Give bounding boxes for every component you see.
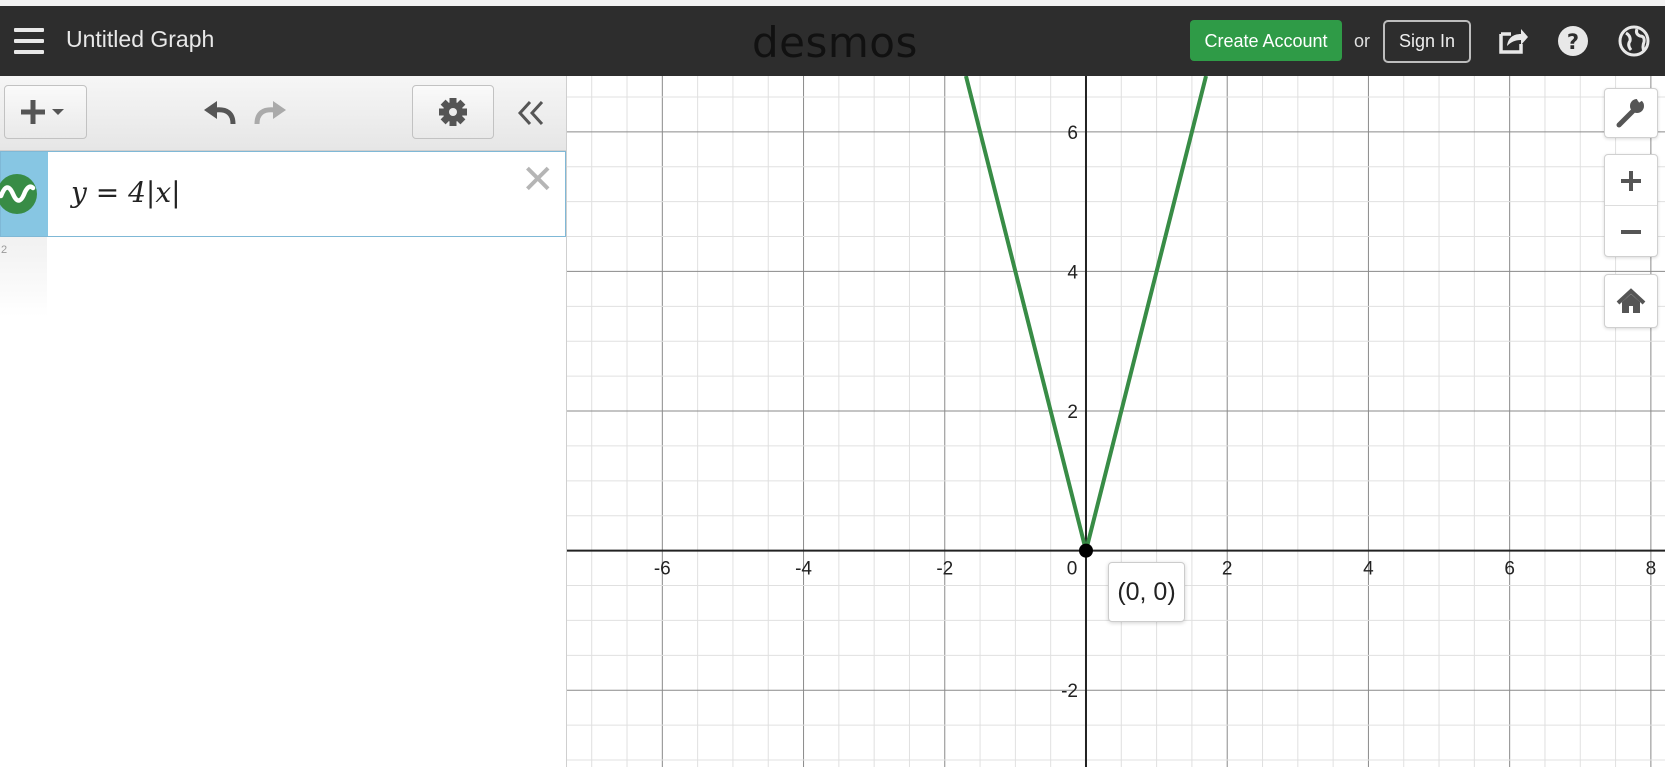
y-tick-label: -2 (1061, 681, 1078, 702)
or-text: or (1354, 31, 1371, 51)
settings-button[interactable] (412, 85, 494, 139)
collapse-icon[interactable] (516, 98, 546, 128)
x-tick-label: 6 (1504, 559, 1515, 580)
wrench-icon (1616, 95, 1646, 128)
y-tick-label: 6 (1067, 123, 1078, 144)
create-account-button[interactable]: Create Account (1190, 20, 1342, 61)
x-tick-label: -2 (936, 559, 953, 580)
globe-icon[interactable] (1617, 24, 1651, 58)
sign-in-button[interactable]: Sign In (1383, 20, 1471, 63)
delete-expression-icon[interactable]: ✕ (521, 160, 555, 200)
next-expression-index: 2 (1, 244, 8, 256)
point-label: (0, 0) (1108, 562, 1185, 622)
graph-plot[interactable]: -6 -4 -2 0 2 4 6 8 6 4 2 -2 (567, 75, 1665, 767)
expression-item[interactable]: y = 4|x| ✕ (0, 151, 566, 237)
expression-latex[interactable]: y = 4|x| (71, 176, 181, 209)
gear-icon (439, 98, 467, 126)
graph-visibility-icon[interactable] (0, 172, 43, 216)
x-tick-label: -6 (654, 559, 671, 580)
x-tick-label: 8 (1646, 559, 1657, 580)
header-bar: Untitled Graph desmos Create Account or … (0, 6, 1665, 76)
x-tick-label: 4 (1363, 559, 1374, 580)
expression-toolbar (0, 76, 566, 151)
x-tick-label: 2 (1222, 559, 1233, 580)
zoom-control (1604, 154, 1658, 257)
menu-icon[interactable] (14, 28, 44, 54)
expression-panel: y = 4|x| ✕ 2 (0, 76, 567, 767)
y-tick-label: 4 (1067, 262, 1078, 283)
help-icon[interactable]: ? (1556, 24, 1590, 58)
x-tick-label: 0 (1067, 559, 1078, 580)
add-item-button[interactable] (4, 85, 87, 139)
default-viewport-button[interactable] (1604, 274, 1658, 328)
y-tick-label: 2 (1067, 402, 1078, 423)
desmos-logo: desmos (752, 18, 918, 67)
graph-settings-button[interactable] (1604, 88, 1658, 138)
zoom-out-icon[interactable] (1605, 206, 1657, 256)
expression-color-tab[interactable] (0, 152, 48, 236)
undo-icon[interactable] (200, 96, 240, 130)
share-icon[interactable] (1495, 24, 1529, 58)
graph-title[interactable]: Untitled Graph (66, 26, 214, 53)
redo-icon[interactable] (250, 96, 290, 130)
origin-point[interactable] (1078, 543, 1093, 558)
zoom-in-icon[interactable] (1605, 155, 1657, 205)
add-icon (21, 100, 64, 124)
home-icon (1616, 288, 1646, 313)
svg-text:?: ? (1567, 30, 1579, 54)
x-tick-label: -4 (795, 559, 812, 580)
graph-paper[interactable]: -6 -4 -2 0 2 4 6 8 6 4 2 -2 (567, 75, 1665, 767)
